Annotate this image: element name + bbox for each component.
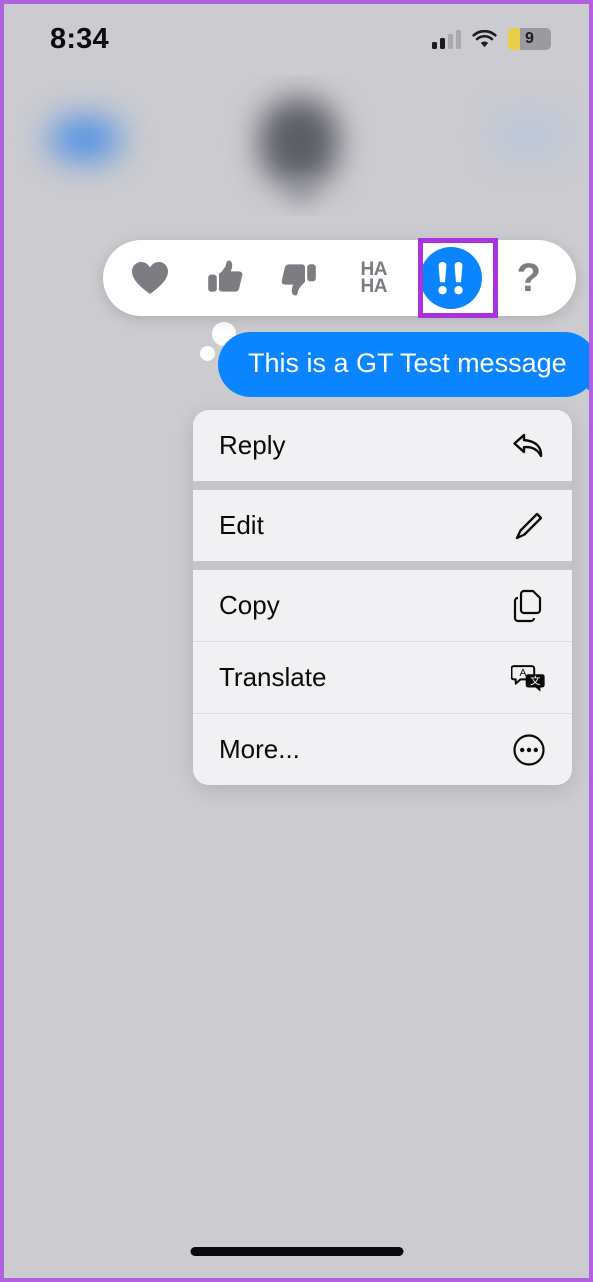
context-menu-group-1: Reply (193, 410, 572, 481)
context-menu-item-reply[interactable]: Reply (193, 410, 572, 481)
context-menu-label: Copy (219, 590, 280, 620)
context-menu-label: More... (219, 734, 300, 764)
context-menu-item-more[interactable]: More... (193, 713, 572, 785)
bubble-tail-dot-small (200, 346, 215, 361)
battery-level: 9 (525, 30, 534, 47)
status-indicators: 9 (432, 28, 551, 50)
iphone-screen: 8:34 9 HA HA ? This is a GT Test message… (0, 0, 593, 1282)
context-menu-label: Edit (219, 510, 264, 540)
pencil-icon (511, 508, 547, 544)
message-context-menu[interactable]: Reply Edit Copy Translate A 文 More... (193, 410, 572, 785)
wifi-icon (472, 29, 497, 47)
double-exclamation-icon (434, 259, 468, 297)
context-menu-group-3: Copy Translate A 文 More... (193, 561, 572, 785)
tapback-thumbs-down[interactable] (271, 250, 327, 306)
message-bubble[interactable]: This is a GT Test message (218, 332, 589, 398)
context-menu-item-copy[interactable]: Copy (193, 570, 572, 641)
haha-line-2: HA (360, 276, 388, 297)
home-indicator-bar (190, 1247, 403, 1256)
context-menu-item-translate[interactable]: Translate A 文 (193, 641, 572, 713)
ellipsis-circle-icon (511, 732, 547, 768)
tapback-question[interactable]: ? (501, 250, 557, 306)
svg-text:文: 文 (530, 674, 541, 687)
context-menu-group-2: Edit (193, 481, 572, 561)
message-bubble-container[interactable]: This is a GT Test message (200, 322, 589, 398)
tapback-reaction-bar[interactable]: HA HA ? (103, 240, 576, 316)
svg-text:A: A (519, 668, 526, 679)
facetime-button[interactable] (494, 112, 564, 156)
heart-icon (130, 260, 170, 296)
reply-arrow-icon (511, 428, 547, 464)
copy-documents-icon (511, 588, 547, 624)
contact-avatar[interactable] (259, 98, 339, 186)
context-menu-label: Translate (219, 662, 327, 692)
haha-text-icon: HA HA (360, 259, 388, 297)
contact-name-chevron-icon (289, 180, 315, 202)
cellular-signal-icon (432, 29, 461, 49)
question-mark-icon: ? (516, 256, 541, 300)
thumbs-down-icon (279, 258, 319, 298)
battery-icon: 9 (508, 28, 551, 50)
tapback-thumbs-up[interactable] (197, 250, 253, 306)
tapback-heart[interactable] (122, 250, 178, 306)
context-menu-item-edit[interactable]: Edit (193, 490, 572, 561)
thumbs-up-icon (205, 258, 245, 298)
conversation-header-blurred (4, 76, 589, 216)
tapback-exclamation[interactable] (420, 247, 483, 309)
context-menu-label: Reply (219, 430, 286, 460)
translate-icon: A 文 (511, 660, 547, 696)
tapback-haha[interactable]: HA HA (346, 250, 402, 306)
status-bar: 8:34 9 (4, 4, 589, 74)
back-chevron-icon[interactable] (49, 118, 121, 160)
status-time: 8:34 (50, 22, 109, 55)
